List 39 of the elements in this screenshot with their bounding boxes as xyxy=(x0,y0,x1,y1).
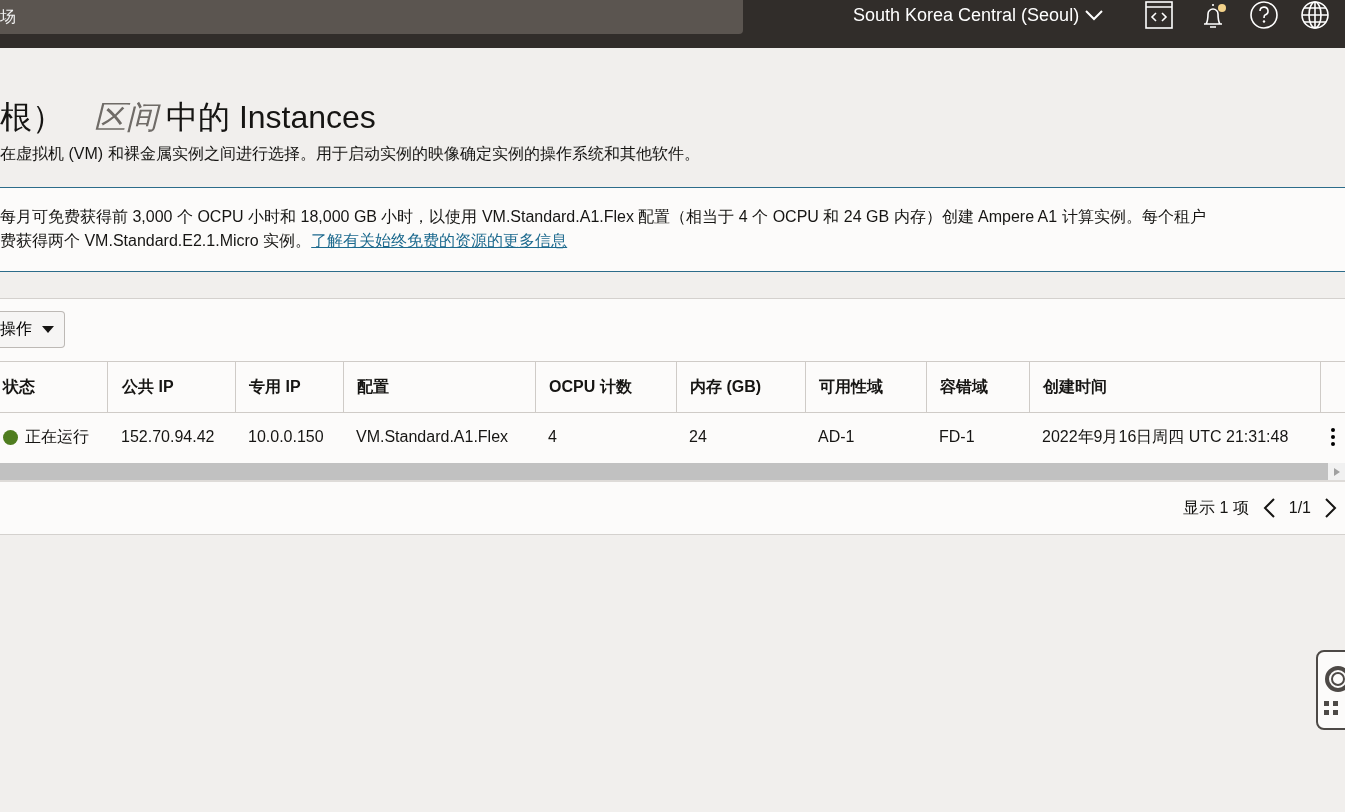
page-description: 在虚拟机 (VM) 和裸金属实例之间进行选择。用于启动实例的映像确定实例的操作系统和其他软件。 xyxy=(0,144,701,164)
chevron-down-icon xyxy=(1085,9,1104,21)
learn-more-link[interactable]: 了解有关始终免费的资源的更多信息 xyxy=(311,232,568,249)
help-icon[interactable] xyxy=(1248,0,1281,30)
region-selector[interactable]: South Korea Central (Seoul) xyxy=(853,3,1104,27)
column-header: 专用 IP xyxy=(235,362,343,413)
actions-button[interactable]: 操作 xyxy=(0,311,65,348)
info-text: 每月可免费获得前 3,000 个 OCPU 小时和 18,000 GB 小时，以使用 VM.Standard.A1.Flex 配置（相当于 4 个 OCPU 和 24 GB 内存）创建 Ampere A1 计算实例。每个租户 费获得两个 VM.Standard.E2.1.Micro 实例。了解有关始终免费的资源的更多信息 xyxy=(0,207,1207,251)
previous-page-icon[interactable] xyxy=(1262,498,1275,518)
table-cell-text: 正在运行 xyxy=(25,426,89,447)
table-cell: 4 xyxy=(548,428,557,446)
column-header: 状态 xyxy=(0,362,107,413)
item-count: 显示 1 项 xyxy=(1182,497,1249,518)
scroll-right-icon xyxy=(1333,467,1340,476)
table-cell: VM.Standard.A1.Flex xyxy=(356,428,509,446)
column-header: 配置 xyxy=(343,362,535,413)
caret-icon xyxy=(42,326,54,333)
table-cell: 24 xyxy=(689,428,707,446)
page-title: 中的 Instances xyxy=(166,98,376,137)
table-cell: FD-1 xyxy=(939,428,975,446)
next-page-icon[interactable] xyxy=(1325,498,1337,518)
table-cell: 10.0.0.150 xyxy=(248,428,324,446)
table-cell: 152.70.94.42 xyxy=(121,428,215,446)
table-cell: AD-1 xyxy=(818,428,855,446)
globe-icon[interactable] xyxy=(1299,0,1332,30)
column-header: 创建时间 xyxy=(1029,362,1320,413)
column-header: 可用性域 xyxy=(805,362,926,413)
table-cell-text: 2022年9月16日周四 UTC 21:31:48 xyxy=(1042,426,1289,447)
page-indicator: 1/1 xyxy=(1288,499,1311,517)
column-header: 容错域 xyxy=(926,362,1029,413)
help-widget[interactable] xyxy=(1316,650,1345,730)
search-field[interactable]: 场 xyxy=(0,0,743,34)
column-header: OCPU 计数 xyxy=(535,362,676,413)
code-editor-icon[interactable] xyxy=(1143,0,1176,30)
column-header: 公共 IP xyxy=(107,362,235,413)
page-title: 根） xyxy=(0,98,64,137)
column-header: 内存 (GB) xyxy=(676,362,805,413)
horizontal-scrollbar[interactable] xyxy=(0,463,1345,482)
lifebuoy-icon xyxy=(1324,665,1345,693)
